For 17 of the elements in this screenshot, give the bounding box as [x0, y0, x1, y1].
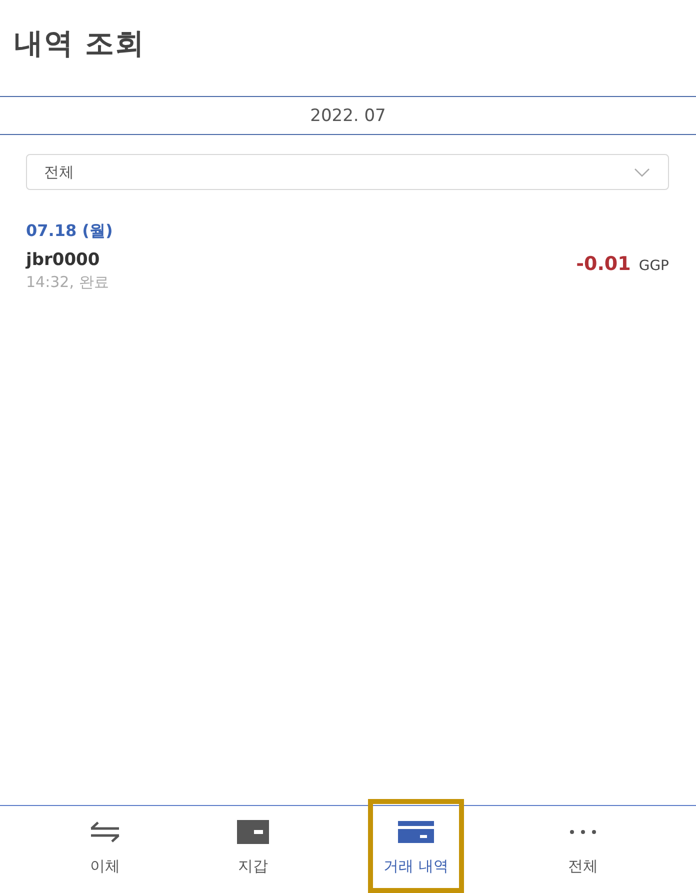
transaction-name: jbr0000 — [26, 249, 100, 271]
nav-tab[interactable]: 전체 — [535, 799, 631, 893]
date-heading: 07.18 (월) — [26, 221, 113, 241]
chevron-down-icon — [634, 168, 650, 176]
card-icon — [398, 821, 434, 843]
more-dots-icon — [570, 830, 596, 834]
nav-tab[interactable]: 이체 — [57, 799, 153, 893]
wallet-icon — [237, 820, 269, 844]
transfer-arrows-icon — [90, 821, 120, 843]
month-label: 2022. 07 — [310, 106, 386, 126]
currency-label: GGP — [638, 258, 669, 274]
transaction-amount: -0.01 — [576, 253, 631, 275]
highlighted-nav-tab[interactable]: 거래 내역 — [368, 799, 464, 893]
transaction-detail: 14:32, 완료 — [26, 272, 109, 293]
filter-dropdown[interactable]: 전체 — [26, 154, 669, 190]
nav-tab[interactable]: 지갑 — [205, 799, 301, 893]
page-title: 내역 조회 — [13, 25, 146, 62]
